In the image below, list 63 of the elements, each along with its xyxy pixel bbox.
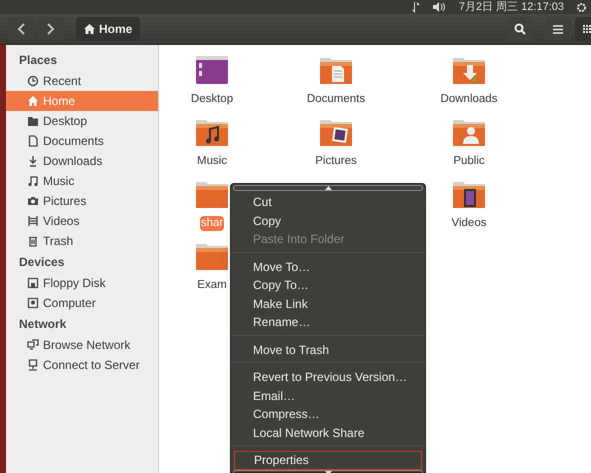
file-label[interactable]: Documents bbox=[306, 92, 366, 107]
menu-item[interactable]: Email… bbox=[234, 386, 422, 405]
section-heading: Devices bbox=[18, 254, 66, 271]
sidebar-item[interactable]: Music bbox=[6, 171, 158, 191]
volume-icon[interactable] bbox=[432, 2, 447, 12]
desktop-folder-icon[interactable] bbox=[194, 53, 230, 86]
document-icon bbox=[27, 135, 39, 147]
up-arrow-icon bbox=[324, 186, 332, 190]
menu-item[interactable]: Rename… bbox=[234, 313, 422, 332]
file-label[interactable]: Videos bbox=[452, 216, 486, 231]
film-icon bbox=[27, 215, 39, 227]
sidebar-item[interactable]: Videos bbox=[6, 211, 158, 231]
file-label[interactable]: Desktop bbox=[190, 92, 234, 107]
home-icon bbox=[27, 95, 39, 107]
menu-item[interactable]: Revert to Previous Version… bbox=[234, 368, 422, 386]
back-icon bbox=[17, 23, 25, 35]
location-button[interactable]: Home bbox=[76, 17, 140, 41]
menu-item[interactable]: Compress… bbox=[234, 405, 422, 424]
scroll-up-button[interactable] bbox=[233, 185, 423, 191]
file-label[interactable]: Pictures bbox=[315, 154, 357, 169]
sidebar-item[interactable]: Desktop bbox=[6, 111, 158, 131]
sidebar-item[interactable]: Documents bbox=[6, 131, 158, 151]
file-label[interactable]: Public bbox=[453, 154, 485, 169]
search-button[interactable] bbox=[507, 17, 533, 41]
drive-icon bbox=[27, 297, 39, 309]
menu-item[interactable]: Cut bbox=[234, 193, 422, 212]
section-heading: Network bbox=[18, 316, 68, 333]
file-label[interactable]: Exam bbox=[197, 278, 227, 293]
folder-icon bbox=[27, 115, 39, 127]
file-label[interactable]: Music bbox=[196, 154, 228, 169]
trash-icon bbox=[27, 235, 39, 247]
sidebar-item[interactable]: Floppy Disk bbox=[6, 273, 158, 293]
grid-view-button[interactable] bbox=[575, 17, 591, 41]
sidebar-item[interactable]: Browse Network bbox=[6, 335, 158, 355]
camera-icon bbox=[27, 195, 39, 207]
menu-item[interactable]: Copy bbox=[234, 212, 422, 230]
list-icon bbox=[553, 24, 563, 34]
grid-icon bbox=[583, 25, 591, 33]
sidebar-item[interactable]: Downloads bbox=[6, 151, 158, 171]
sidebar-item[interactable]: Computer bbox=[6, 293, 158, 313]
sidebar-item[interactable]: Trash bbox=[6, 231, 158, 251]
monitor-icon bbox=[27, 359, 39, 371]
home-icon bbox=[84, 24, 95, 34]
search-icon bbox=[514, 23, 526, 35]
forward-icon bbox=[47, 23, 55, 35]
clock[interactable]: 7月2日 周三 12:17:03 bbox=[458, 2, 564, 12]
menu-item[interactable]: Make Link bbox=[234, 294, 422, 313]
music-icon bbox=[27, 175, 39, 187]
menu-item[interactable]: Copy To… bbox=[234, 276, 422, 294]
menu-item[interactable]: Move To… bbox=[234, 258, 422, 276]
forward-button[interactable] bbox=[38, 17, 64, 41]
list-view-button[interactable] bbox=[545, 17, 571, 41]
section-heading: Places bbox=[18, 52, 58, 69]
sidebar-item[interactable]: Pictures bbox=[6, 191, 158, 211]
download-icon bbox=[27, 155, 39, 167]
file-label[interactable]: Downloads bbox=[440, 92, 498, 107]
menu-item[interactable]: Local Network Share bbox=[234, 424, 422, 442]
sidebar-item[interactable]: Connect to Server bbox=[6, 355, 158, 375]
menu-item[interactable]: Move to Trash bbox=[234, 340, 422, 359]
clock-icon bbox=[27, 75, 39, 87]
menu-item[interactable]: Properties bbox=[234, 451, 422, 470]
sidebar-item[interactable]: Recent bbox=[6, 71, 158, 91]
back-button[interactable] bbox=[8, 17, 34, 41]
